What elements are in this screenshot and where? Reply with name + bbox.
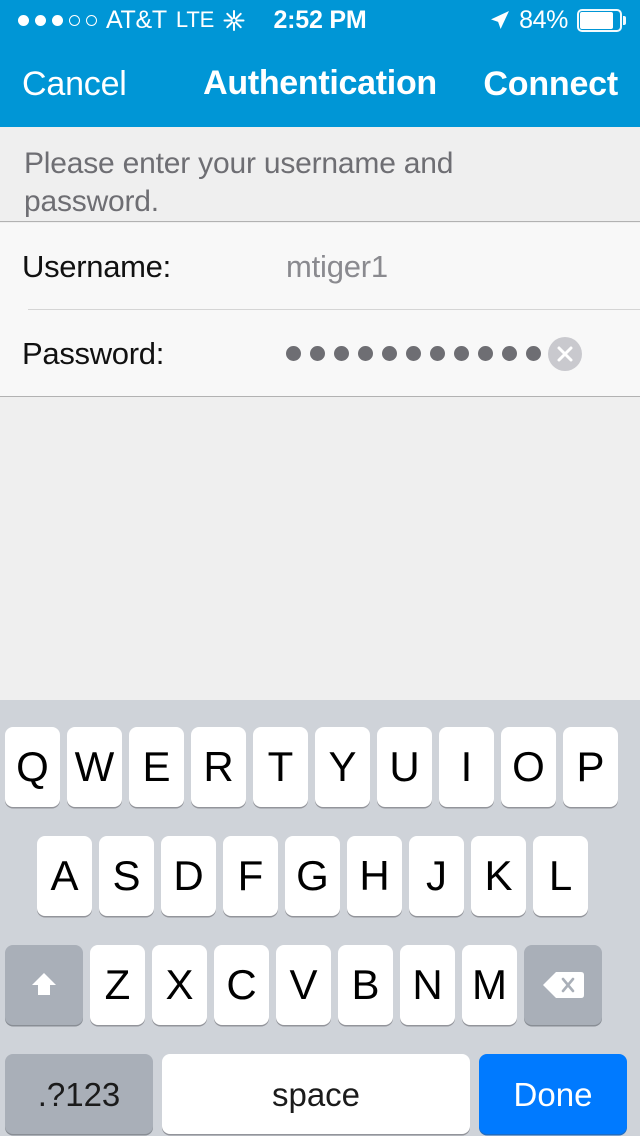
clear-circle-x-icon xyxy=(557,346,573,361)
space-key[interactable]: space xyxy=(162,1054,470,1134)
username-input[interactable]: mtiger1 xyxy=(286,251,388,282)
numeric-mode-key[interactable]: .?123 xyxy=(5,1054,153,1134)
password-mask-dot xyxy=(310,346,325,361)
username-field-row[interactable]: Username: mtiger1 xyxy=(22,223,640,310)
key-x[interactable]: X xyxy=(152,945,207,1025)
keyboard-row-1: QWERTYUIOP xyxy=(0,727,640,807)
key-e[interactable]: E xyxy=(129,727,184,807)
key-c[interactable]: C xyxy=(214,945,269,1025)
key-o[interactable]: O xyxy=(501,727,556,807)
key-m[interactable]: M xyxy=(462,945,517,1025)
battery-fill xyxy=(580,11,613,29)
key-y[interactable]: Y xyxy=(315,727,370,807)
phone-screen: AT&T LTE 2:52 PM 84% Authentication Canc… xyxy=(0,0,640,1136)
content-empty-area xyxy=(0,397,640,700)
key-v[interactable]: V xyxy=(276,945,331,1025)
key-d[interactable]: D xyxy=(161,836,216,916)
key-h[interactable]: H xyxy=(347,836,402,916)
password-mask-dot xyxy=(454,346,469,361)
backspace-icon xyxy=(543,972,584,998)
keyboard-row-4: .?123 space Done xyxy=(0,1054,640,1134)
password-mask-dot xyxy=(382,346,397,361)
location-arrow-icon xyxy=(491,11,510,29)
password-input[interactable] xyxy=(286,346,541,361)
keyboard-row-3: ZXCVBNM xyxy=(0,945,640,1025)
key-b[interactable]: B xyxy=(338,945,393,1025)
key-z[interactable]: Z xyxy=(90,945,145,1025)
shift-icon xyxy=(32,973,56,995)
key-s[interactable]: S xyxy=(99,836,154,916)
battery-icon xyxy=(577,8,626,32)
connect-button[interactable]: Connect xyxy=(483,40,618,127)
key-u[interactable]: U xyxy=(377,727,432,807)
key-r[interactable]: R xyxy=(191,727,246,807)
form-instructions-text: Please enter your username and password. xyxy=(24,147,454,218)
key-w[interactable]: W xyxy=(67,727,122,807)
key-n[interactable]: N xyxy=(400,945,455,1025)
status-bar-right: 84% xyxy=(490,0,626,40)
shift-key[interactable] xyxy=(5,945,83,1025)
credentials-field-group: Username: mtiger1 Password: xyxy=(0,223,640,397)
keyboard-row-2: ASDFGHJKL xyxy=(0,836,640,916)
password-label: Password: xyxy=(22,336,165,371)
key-j[interactable]: J xyxy=(409,836,464,916)
key-i[interactable]: I xyxy=(439,727,494,807)
key-l[interactable]: L xyxy=(533,836,588,916)
password-mask-dot xyxy=(526,346,541,361)
password-mask-dot xyxy=(358,346,373,361)
status-bar: AT&T LTE 2:52 PM 84% xyxy=(0,0,640,40)
password-field-row[interactable]: Password: xyxy=(0,310,640,397)
done-key[interactable]: Done xyxy=(479,1054,627,1134)
cancel-button[interactable]: Cancel xyxy=(22,40,127,127)
password-mask-dot xyxy=(478,346,493,361)
battery-cap xyxy=(623,15,626,25)
clock-label: 2:52 PM xyxy=(273,5,367,34)
password-mask-dot xyxy=(502,346,517,361)
username-label: Username: xyxy=(22,248,171,284)
battery-percent-label: 84% xyxy=(519,5,568,34)
onscreen-keyboard: QWERTYUIOP ASDFGHJKL ZXCVBNM .?123 space… xyxy=(0,700,640,1136)
key-t[interactable]: T xyxy=(253,727,308,807)
password-mask-dot xyxy=(286,346,301,361)
navigation-bar: Authentication Cancel Connect xyxy=(0,40,640,127)
key-g[interactable]: G xyxy=(285,836,340,916)
password-mask-dot xyxy=(334,346,349,361)
key-q[interactable]: Q xyxy=(5,727,60,807)
password-mask-dot xyxy=(406,346,421,361)
key-p[interactable]: P xyxy=(563,727,618,807)
keyboard-row-3-letters: ZXCVBNM xyxy=(90,945,517,1025)
password-mask-dot xyxy=(430,346,445,361)
key-f[interactable]: F xyxy=(223,836,278,916)
key-k[interactable]: K xyxy=(471,836,526,916)
clear-password-button[interactable] xyxy=(548,336,582,371)
backspace-key[interactable] xyxy=(524,945,602,1025)
form-instructions-section: Please enter your username and password. xyxy=(0,127,640,222)
key-a[interactable]: A xyxy=(37,836,92,916)
